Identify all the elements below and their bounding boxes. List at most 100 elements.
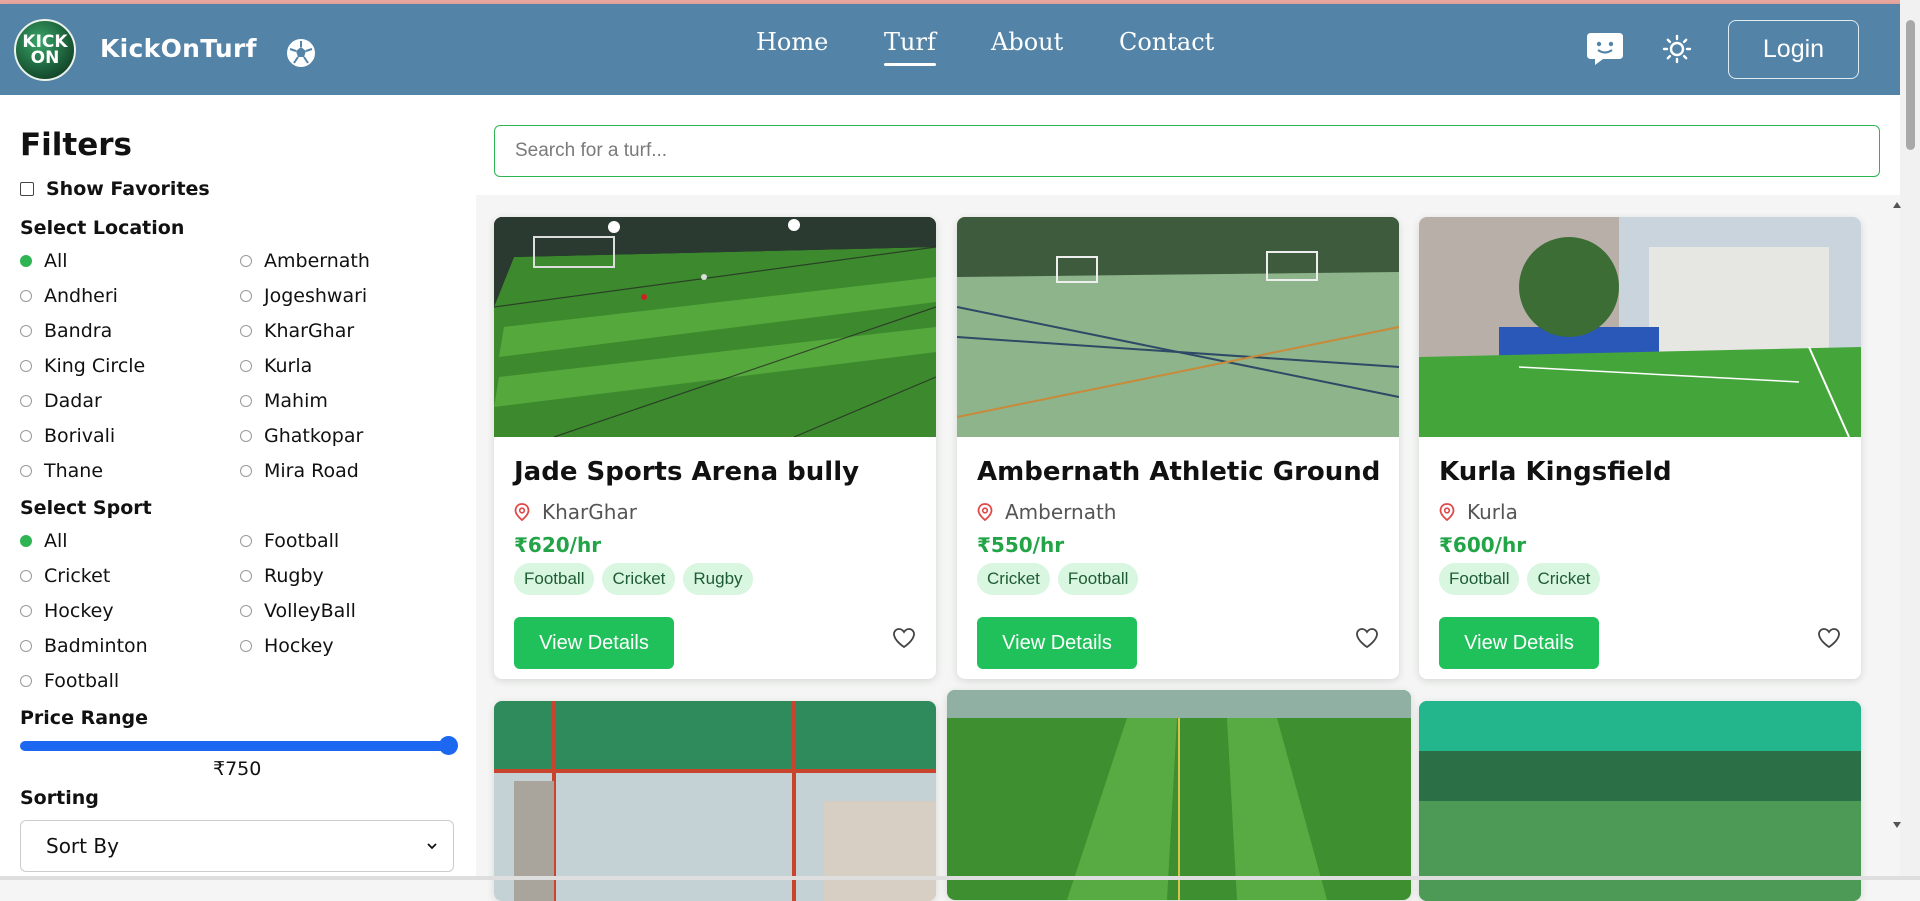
turf-title: Kurla Kingsfield xyxy=(1439,457,1672,487)
nav-link-contact[interactable]: Contact xyxy=(1119,28,1214,56)
nav-link-about[interactable]: About xyxy=(991,28,1063,56)
heart-icon[interactable] xyxy=(892,627,916,649)
sport-option-badminton[interactable]: Badminton xyxy=(20,635,148,657)
sport-tag: Cricket xyxy=(1527,563,1601,595)
price-range-slider[interactable] xyxy=(20,736,458,755)
location-option-mira-road[interactable]: Mira Road xyxy=(240,460,359,482)
sport-tags: Football Cricket xyxy=(1439,563,1601,595)
sport-label: Football xyxy=(44,670,120,692)
radio-icon[interactable] xyxy=(20,360,32,372)
navbar: KICK ON KickOnTurf Home Turf About Conta… xyxy=(0,4,1900,95)
search-input[interactable]: Search for a turf... xyxy=(494,125,1880,177)
radio-icon[interactable] xyxy=(20,395,32,407)
radio-icon[interactable] xyxy=(240,290,252,302)
sort-select-value: Sort By xyxy=(46,834,119,858)
radio-selected-icon[interactable] xyxy=(20,535,32,547)
sport-label: Cricket xyxy=(44,565,111,587)
radio-icon[interactable] xyxy=(240,395,252,407)
radio-icon[interactable] xyxy=(240,325,252,337)
view-details-button[interactable]: View Details xyxy=(977,617,1137,669)
turf-image[interactable] xyxy=(957,217,1399,437)
sport-option-hockey-2[interactable]: Hockey xyxy=(240,635,334,657)
radio-icon[interactable] xyxy=(240,465,252,477)
show-favorites-checkbox[interactable]: Show Favorites xyxy=(20,178,210,200)
turf-card-partial[interactable] xyxy=(947,690,1411,900)
radio-icon[interactable] xyxy=(240,430,252,442)
radio-icon[interactable] xyxy=(240,640,252,652)
sport-option-cricket[interactable]: Cricket xyxy=(20,565,110,587)
location-option-bandra[interactable]: Bandra xyxy=(20,320,112,342)
nav-link-home[interactable]: Home xyxy=(756,28,828,56)
location-option-dadar[interactable]: Dadar xyxy=(20,390,102,412)
sport-label: Football xyxy=(264,530,340,552)
location-option-mahim[interactable]: Mahim xyxy=(240,390,328,412)
page-scrollbar[interactable] xyxy=(1900,0,1920,880)
location-option-ghatkopar[interactable]: Ghatkopar xyxy=(240,425,363,447)
login-button[interactable]: Login xyxy=(1728,20,1859,79)
turf-image[interactable] xyxy=(494,701,936,901)
location-option-king-circle[interactable]: King Circle xyxy=(20,355,145,377)
turf-image[interactable] xyxy=(947,690,1411,900)
view-details-button[interactable]: View Details xyxy=(514,617,674,669)
sport-option-rugby[interactable]: Rugby xyxy=(240,565,324,587)
turf-card[interactable]: Kurla Kingsfield Kurla ₹600/hr Football … xyxy=(1419,217,1861,679)
turf-title: Jade Sports Arena bully xyxy=(514,457,860,487)
radio-icon[interactable] xyxy=(20,570,32,582)
checkbox-icon[interactable] xyxy=(20,182,34,196)
sun-icon[interactable] xyxy=(1662,34,1692,64)
sport-option-football-2[interactable]: Football xyxy=(20,670,119,692)
sport-option-volleyball[interactable]: VolleyBall xyxy=(240,600,356,622)
radio-icon[interactable] xyxy=(20,430,32,442)
radio-icon[interactable] xyxy=(20,325,32,337)
map-pin-icon xyxy=(514,503,530,521)
radio-selected-icon[interactable] xyxy=(20,255,32,267)
turf-card-partial[interactable] xyxy=(494,701,936,901)
sport-option-football[interactable]: Football xyxy=(240,530,339,552)
sport-label: Hockey xyxy=(264,635,334,657)
filters-sidebar: Filters Show Favorites Select Location A… xyxy=(0,95,476,880)
radio-icon[interactable] xyxy=(20,675,32,687)
location-option-kurla[interactable]: Kurla xyxy=(240,355,312,377)
sort-select[interactable]: Sort By xyxy=(20,820,454,872)
radio-icon[interactable] xyxy=(20,640,32,652)
turf-card-partial[interactable] xyxy=(1419,701,1861,901)
radio-icon[interactable] xyxy=(240,570,252,582)
location-option-kharghar[interactable]: KharGhar xyxy=(240,320,354,342)
radio-icon[interactable] xyxy=(240,255,252,267)
location-option-borivali[interactable]: Borivali xyxy=(20,425,115,447)
radio-icon[interactable] xyxy=(20,290,32,302)
turf-image[interactable] xyxy=(494,217,936,437)
radio-icon[interactable] xyxy=(20,605,32,617)
location-label: Thane xyxy=(44,460,104,482)
turf-image[interactable] xyxy=(1419,701,1861,901)
turf-image[interactable] xyxy=(1419,217,1861,437)
radio-icon[interactable] xyxy=(240,535,252,547)
heart-icon[interactable] xyxy=(1355,627,1379,649)
location-option-ambernath[interactable]: Ambernath xyxy=(240,250,370,272)
nav-link-turf[interactable]: Turf xyxy=(884,28,936,66)
location-option-all[interactable]: All xyxy=(20,250,68,272)
sport-option-all[interactable]: All xyxy=(20,530,68,552)
slider-thumb[interactable] xyxy=(439,736,458,755)
location-option-thane[interactable]: Thane xyxy=(20,460,103,482)
brand-name[interactable]: KickOnTurf xyxy=(100,34,257,63)
logo[interactable]: KICK ON xyxy=(14,19,76,81)
location-option-andheri[interactable]: Andheri xyxy=(20,285,118,307)
bottom-divider xyxy=(0,876,1920,880)
radio-icon[interactable] xyxy=(240,605,252,617)
turf-card[interactable]: Jade Sports Arena bully KharGhar ₹620/hr… xyxy=(494,217,936,679)
scroll-up-arrow-icon[interactable] xyxy=(1892,200,1902,210)
sport-option-hockey[interactable]: Hockey xyxy=(20,600,114,622)
scroll-down-arrow-icon[interactable] xyxy=(1892,820,1902,830)
location-label: Jogeshwari xyxy=(264,285,368,307)
heart-icon[interactable] xyxy=(1817,627,1841,649)
radio-icon[interactable] xyxy=(240,360,252,372)
turf-card[interactable]: Ambernath Athletic Ground Ambernath ₹550… xyxy=(957,217,1399,679)
view-details-button[interactable]: View Details xyxy=(1439,617,1599,669)
location-label: Mira Road xyxy=(264,460,359,482)
sport-tags: Football Cricket Rugby xyxy=(514,563,753,595)
scrollbar-thumb[interactable] xyxy=(1906,20,1915,150)
chat-icon[interactable] xyxy=(1585,30,1625,68)
radio-icon[interactable] xyxy=(20,465,32,477)
location-option-jogeshwari[interactable]: Jogeshwari xyxy=(240,285,367,307)
